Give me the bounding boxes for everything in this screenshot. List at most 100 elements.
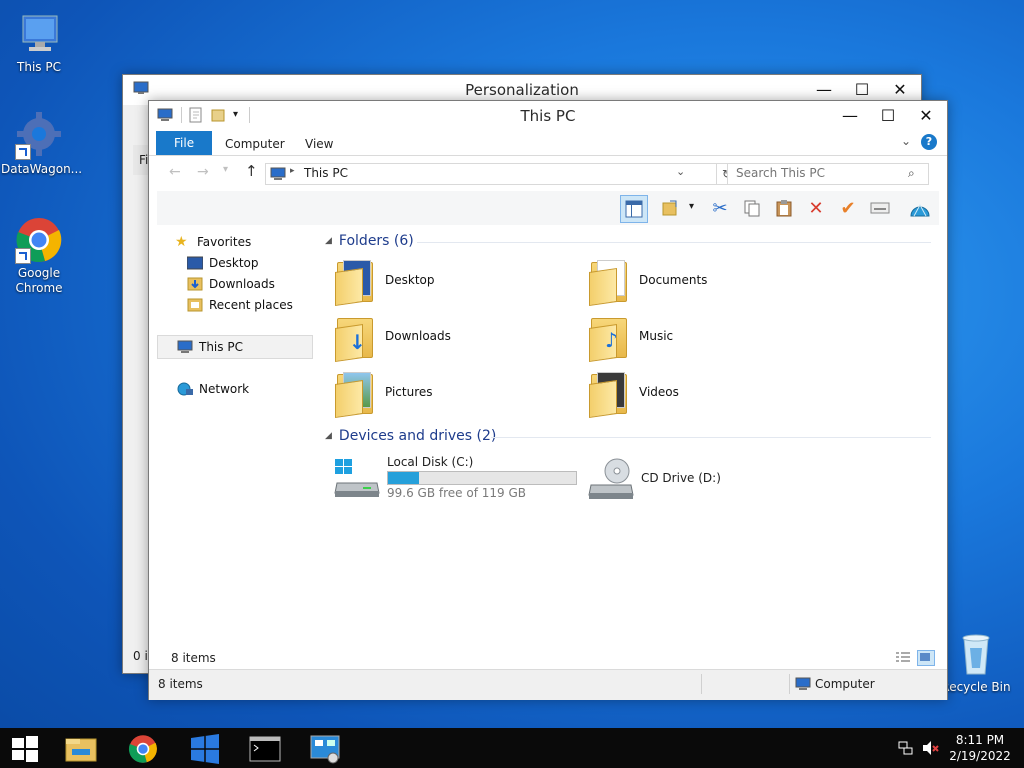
network-status-icon[interactable] — [898, 740, 914, 756]
minimize-button[interactable]: — — [807, 75, 841, 103]
folder-tile-documents[interactable]: Documents — [589, 258, 707, 306]
nav-downloads[interactable]: Downloads — [187, 277, 275, 291]
window-status-bar: 8 items Computer — [149, 669, 947, 700]
folder-check-icon — [662, 200, 677, 216]
start-button[interactable] — [2, 732, 48, 766]
window-title: Personalization — [465, 81, 579, 99]
taskbar-file-explorer[interactable] — [58, 732, 104, 766]
folders-group-header[interactable]: ◢ Folders (6) — [325, 233, 414, 249]
tab-file[interactable]: File — [156, 131, 213, 155]
collapse-icon: ◢ — [325, 431, 332, 441]
back-arrow-icon[interactable]: ← — [169, 164, 181, 180]
folder-tile-pictures[interactable]: Pictures — [335, 370, 433, 418]
recent-locations-icon[interactable]: ▾ — [223, 164, 228, 175]
chrome-icon — [128, 735, 157, 763]
folder-tile-downloads[interactable]: ↓ Downloads — [335, 314, 451, 362]
nav-recent-places[interactable]: Recent places — [187, 298, 293, 312]
explorer-titlebar[interactable]: ▾ This PC — ☐ ✕ — [149, 101, 947, 131]
ribbon-expand-icon[interactable]: ⌄ — [901, 134, 911, 148]
search-box[interactable]: ⌕ — [727, 163, 929, 185]
drive-button[interactable] — [867, 195, 893, 221]
taskbar-chrome[interactable] — [120, 732, 166, 766]
desktop-icon-this-pc[interactable]: This PC — [1, 10, 77, 75]
drive-usage-bar — [387, 471, 577, 485]
help-icon[interactable]: ? — [921, 134, 937, 150]
command-prompt-icon — [249, 736, 281, 762]
taskbar: 8:11 PM 2/19/2022 — [0, 728, 1024, 768]
computer-icon — [15, 10, 63, 58]
nav-network[interactable]: Network — [177, 382, 249, 396]
folder-tile-videos[interactable]: Videos — [589, 370, 679, 418]
desktop-icon — [186, 256, 204, 270]
clock-date: 2/19/2022 — [949, 749, 1011, 763]
collapse-icon: ◢ — [325, 236, 332, 246]
shell-icon — [910, 203, 930, 217]
maximize-button[interactable]: ☐ — [845, 75, 879, 103]
drive-name: Local Disk (C:) — [387, 455, 474, 469]
preview-pane-button[interactable] — [620, 195, 648, 223]
rename-button[interactable]: ✔ — [835, 195, 861, 221]
window-title: This PC — [520, 107, 576, 125]
folder-tile-desktop[interactable]: Desktop — [335, 258, 435, 306]
folder-tile-music[interactable]: ♪ Music — [589, 314, 673, 362]
delete-button[interactable]: ✕ — [803, 195, 829, 221]
close-button[interactable]: ✕ — [909, 101, 943, 129]
breadcrumb-chevron-icon[interactable]: ▸ — [290, 166, 295, 176]
videos-folder-icon — [589, 370, 629, 418]
explorer-window[interactable]: ▾ This PC — ☐ ✕ File Computer View ⌄ ? ←… — [148, 100, 948, 700]
desktop-icon-label: DataWagon... — [1, 162, 83, 176]
details-view-icon[interactable] — [895, 651, 911, 663]
taskbar-windows-settings[interactable] — [182, 732, 228, 766]
drive-tile-cd-drive[interactable]: CD Drive (D:) — [587, 457, 787, 503]
copy-button[interactable] — [739, 195, 765, 221]
clipboard-icon — [776, 200, 792, 217]
nav-favorites[interactable]: ★ Favorites — [175, 235, 251, 249]
items-count: 8 items — [171, 651, 216, 665]
forward-arrow-icon[interactable]: → — [197, 164, 209, 180]
tab-computer[interactable]: Computer — [225, 133, 285, 155]
desktop-icon-datawagon[interactable]: DataWagon... — [1, 112, 82, 177]
drives-group-header[interactable]: ◢ Devices and drives (2) — [325, 428, 496, 444]
copy-icon — [744, 200, 760, 217]
this-pc-icon — [270, 167, 286, 181]
cut-button[interactable]: ✂ — [707, 195, 733, 221]
properties-button[interactable] — [657, 195, 683, 221]
toolbar-dropdown-icon[interactable]: ▾ — [689, 201, 694, 212]
globe-button[interactable] — [907, 195, 933, 221]
search-input[interactable] — [734, 165, 908, 181]
downloads-folder-icon: ↓ — [335, 314, 375, 362]
address-dropdown-icon[interactable]: ⌄ — [676, 165, 685, 178]
computer-icon — [795, 677, 811, 691]
gear-icon — [15, 112, 63, 160]
desktop-icon-google-chrome[interactable]: Google Chrome — [1, 216, 77, 296]
desktop-icon-recycle-bin[interactable]: Recycle Bin — [938, 630, 1014, 695]
music-folder-icon: ♪ — [589, 314, 629, 362]
desktop-icon-label: Recycle Bin — [941, 680, 1011, 694]
close-button[interactable]: ✕ — [883, 75, 917, 103]
drive-tile-local-disk[interactable]: Local Disk (C:) 99.6 GB free of 119 GB — [333, 455, 583, 503]
nav-this-pc[interactable]: This PC — [177, 340, 243, 354]
minimize-button[interactable]: — — [833, 101, 867, 129]
downloads-icon — [187, 277, 203, 291]
chrome-icon — [15, 216, 63, 264]
clock[interactable]: 8:11 PM 2/19/2022 — [944, 732, 1016, 764]
maximize-button[interactable]: ☐ — [871, 101, 905, 129]
taskbar-control-panel[interactable] — [302, 732, 348, 766]
up-arrow-icon[interactable]: ↑ — [245, 162, 258, 180]
windows-logo-icon — [12, 736, 38, 762]
tab-view[interactable]: View — [305, 133, 333, 155]
network-icon — [177, 382, 193, 396]
search-icon: ⌕ — [908, 166, 915, 180]
documents-folder-icon — [589, 258, 629, 306]
drive-free-space: 99.6 GB free of 119 GB — [387, 486, 526, 500]
address-bar[interactable]: ▸ This PC ⌄ — [265, 163, 717, 185]
drive-name: CD Drive (D:) — [641, 471, 721, 485]
volume-muted-icon[interactable] — [922, 740, 940, 756]
taskbar-command-prompt[interactable] — [242, 732, 288, 766]
preview-pane-icon — [625, 200, 643, 218]
paste-button[interactable] — [771, 195, 797, 221]
address-text: This PC — [304, 166, 348, 180]
large-icons-view-icon[interactable] — [917, 650, 935, 666]
desktop-icon-label: Google Chrome — [15, 266, 63, 295]
nav-desktop[interactable]: Desktop — [186, 256, 259, 270]
